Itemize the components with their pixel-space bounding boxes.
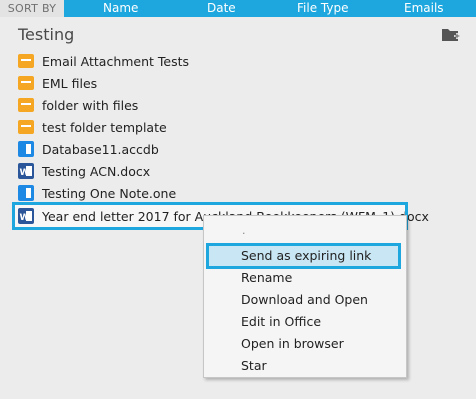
sort-by-emails[interactable]: Emails [404, 0, 444, 17]
menu-item-open-in-browser[interactable]: Open in browser [241, 334, 344, 354]
item-name: test folder template [42, 119, 167, 135]
menu-item-download-open[interactable]: Download and Open [241, 290, 368, 310]
svg-text:W: W [20, 168, 30, 178]
sort-by-name[interactable]: Name [103, 0, 138, 17]
item-name: folder with files [42, 97, 139, 113]
item-name: Testing ACN.docx [42, 163, 151, 179]
menu-item-rename[interactable]: Rename [241, 268, 292, 288]
word-document-icon: W [18, 163, 34, 179]
item-name: EML files [42, 75, 98, 91]
folder-icon [18, 97, 34, 113]
folder-icon [18, 75, 34, 91]
file-icon [18, 141, 34, 157]
list-item-file[interactable]: Testing One Note.one [18, 183, 176, 203]
menu-item-star[interactable]: Star [241, 356, 267, 376]
svg-text:W: W [20, 213, 30, 223]
sort-by-label: SORT BY [0, 0, 64, 17]
menu-item-edit-in-office[interactable]: Edit in Office [241, 312, 321, 332]
folder-icon [18, 119, 34, 135]
menu-item-send-expiring-link[interactable]: Send as expiring link [206, 243, 401, 269]
item-name: Testing One Note.one [42, 185, 177, 201]
item-name: Email Attachment Tests [42, 53, 190, 69]
file-icon [18, 185, 34, 201]
sort-by-file-type[interactable]: File Type [297, 0, 348, 17]
list-item-folder[interactable]: folder with files [18, 95, 138, 115]
item-name: Database11.accdb [42, 141, 159, 157]
list-item-folder[interactable]: Email Attachment Tests [18, 51, 189, 71]
list-item-file[interactable]: W Testing ACN.docx [18, 161, 150, 181]
menu-overflow-dot: . [242, 224, 246, 237]
list-item-file[interactable]: Database11.accdb [18, 139, 159, 159]
list-item-folder[interactable]: EML files [18, 73, 97, 93]
folder-icon [18, 53, 34, 69]
list-item-folder[interactable]: test folder template [18, 117, 167, 137]
new-folder-icon[interactable] [442, 27, 460, 43]
word-document-icon: W [18, 208, 34, 224]
folder-title: Testing [18, 25, 75, 44]
sort-by-date[interactable]: Date [207, 0, 236, 17]
context-menu: . Send as expiring link Rename Download … [203, 215, 407, 378]
